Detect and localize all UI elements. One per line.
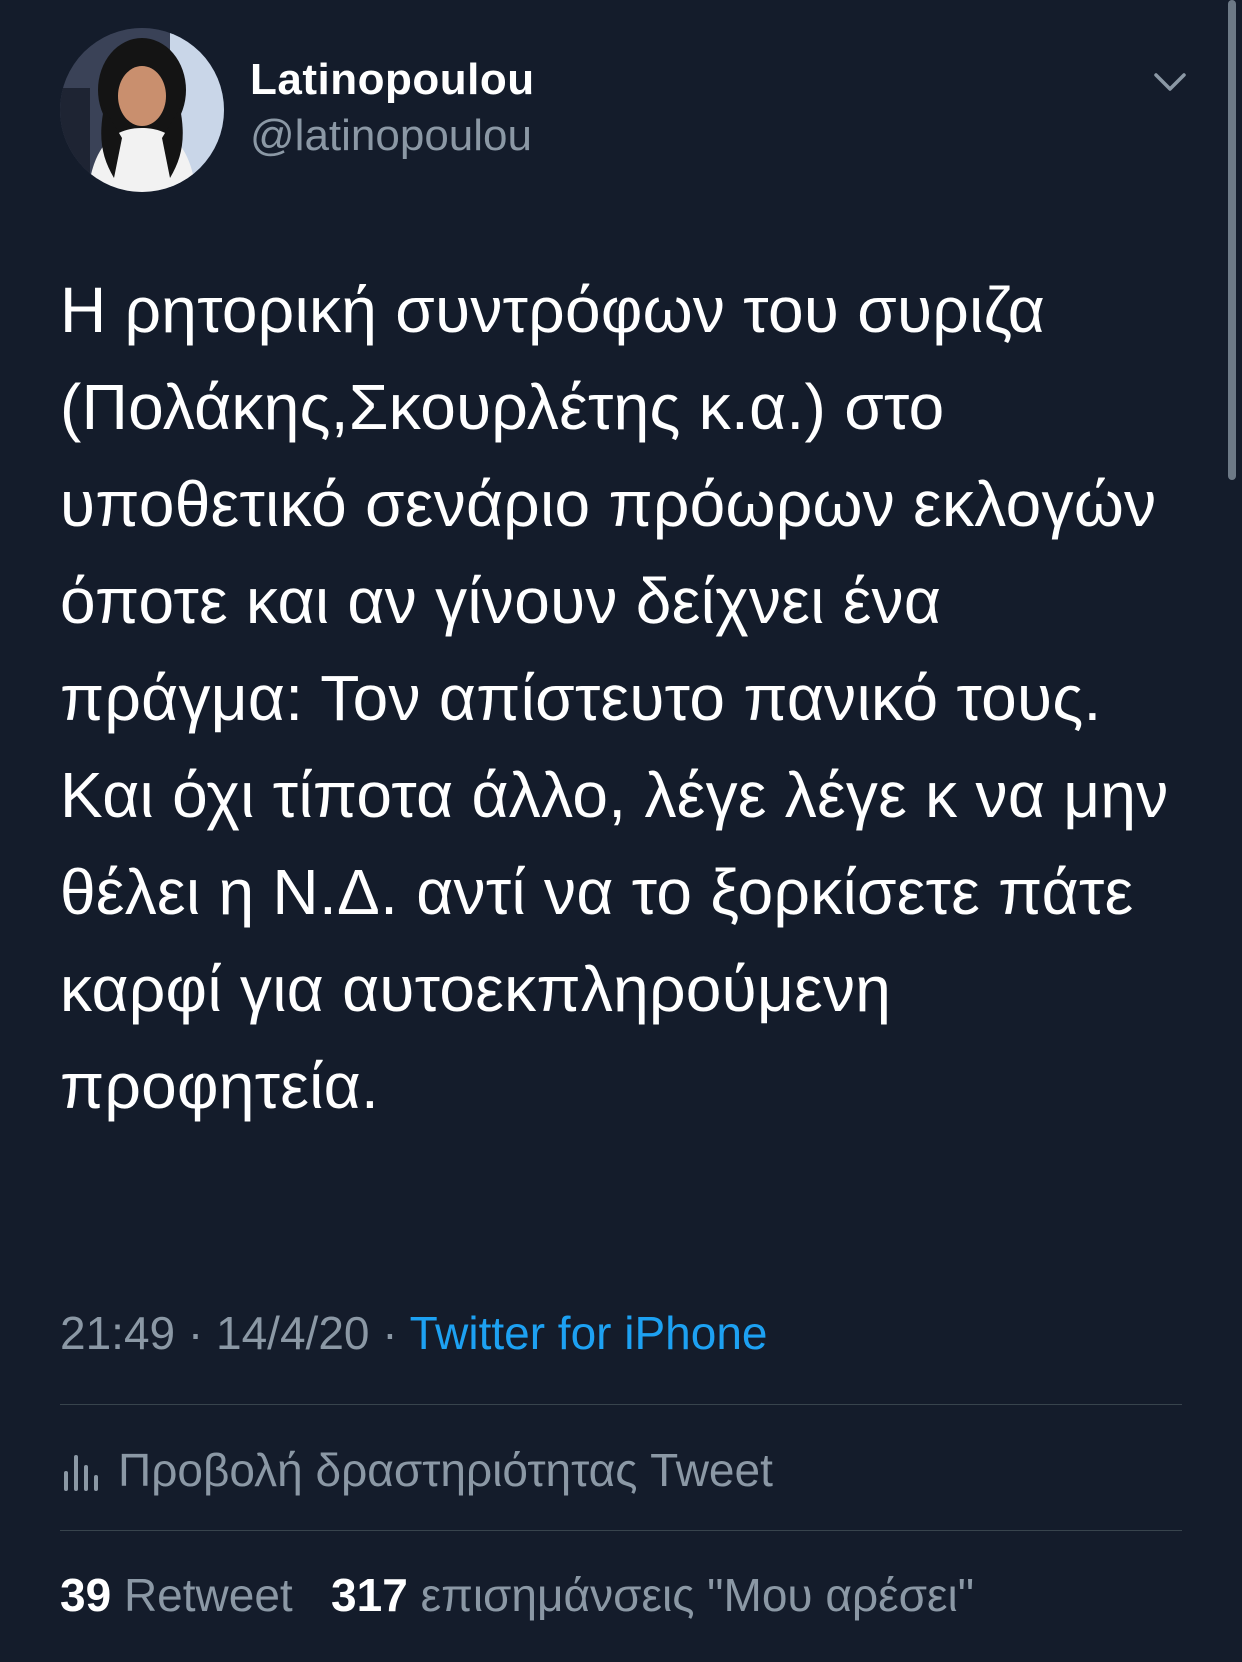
meta-separator: · <box>382 1307 398 1359</box>
tweet-stats: 39 Retweet 317 επισημάνσεις "Μου αρέσει" <box>60 1565 974 1625</box>
meta-separator: · <box>187 1307 204 1359</box>
tweet-time: 21:49 <box>60 1307 176 1359</box>
chevron-down-icon[interactable] <box>1150 62 1190 102</box>
user-handle[interactable]: @latinopoulou <box>250 106 535 166</box>
view-activity-button[interactable]: Προβολή δραστηριότητας Tweet <box>60 1440 773 1500</box>
likes-stat[interactable]: 317 επισημάνσεις "Μου αρέσει" <box>331 1569 974 1621</box>
display-name[interactable]: Latinopoulou <box>250 54 535 106</box>
tweet-source-link[interactable]: Twitter for iPhone <box>410 1307 768 1359</box>
user-names: Latinopoulou @latinopoulou <box>250 54 535 166</box>
tweet-detail-screen: Latinopoulou @latinopoulou Η ρητορική συ… <box>0 0 1242 1662</box>
retweet-label: Retweet <box>123 1569 293 1621</box>
divider <box>60 1530 1182 1531</box>
tweet-header: Latinopoulou @latinopoulou <box>60 28 1190 198</box>
retweet-count: 39 <box>60 1569 112 1621</box>
activity-bars-icon <box>64 1455 98 1491</box>
view-activity-label: Προβολή δραστηριότητας Tweet <box>118 1444 773 1496</box>
tweet-date: 14/4/20 <box>216 1307 370 1359</box>
avatar[interactable] <box>60 28 224 192</box>
like-label: επισημάνσεις "Μου αρέσει" <box>420 1569 975 1621</box>
tweet-text: Η ρητορική συντρόφων του συριζα (Πολάκης… <box>60 274 1169 1122</box>
tweet-meta: 21:49 · 14/4/20 · Twitter for iPhone <box>60 1305 768 1361</box>
retweets-stat[interactable]: 39 Retweet <box>60 1569 305 1621</box>
scrollbar[interactable] <box>1228 0 1236 480</box>
profile-photo-icon <box>60 28 224 192</box>
divider <box>60 1404 1182 1405</box>
like-count: 317 <box>331 1569 408 1621</box>
